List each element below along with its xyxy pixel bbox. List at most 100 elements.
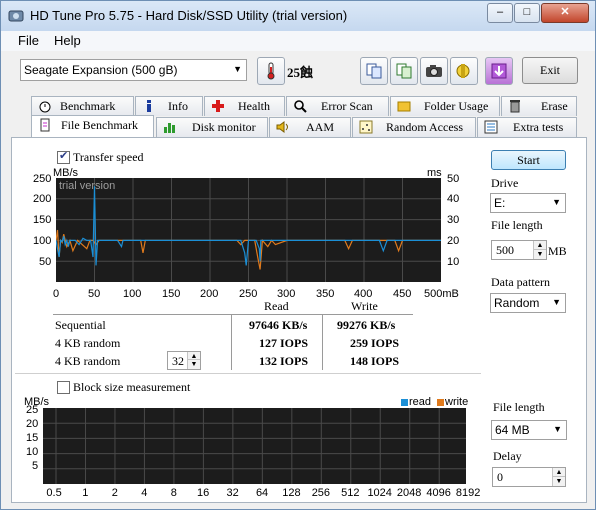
y-tick-right: 30 (447, 214, 460, 226)
block-size-checkbox[interactable] (57, 381, 70, 394)
tab-aam[interactable]: AAM (269, 117, 351, 137)
temperature-readout: 25蝕 (287, 65, 314, 80)
extra-tests-icon (484, 120, 498, 134)
chevron-down-icon: ▼ (233, 64, 242, 74)
camera-icon (426, 65, 442, 77)
tab-erase[interactable]: Erase (501, 96, 577, 116)
copy-text-button[interactable] (360, 57, 388, 85)
tab-health[interactable]: Health (204, 96, 285, 116)
y-tick-right: 40 (447, 193, 460, 205)
tab-disk-monitor[interactable]: Disk monitor (156, 117, 268, 137)
exit-button[interactable]: Exit (522, 57, 578, 84)
y-tick-right: 10 (447, 256, 460, 268)
block-x-tick: 16 (196, 487, 210, 499)
start-label: Start (517, 153, 540, 167)
tab-folder-usage-label: Folder Usage (424, 99, 489, 113)
tab-benchmark[interactable]: Benchmark (31, 96, 134, 116)
exit-label: Exit (540, 63, 560, 77)
block-x-tick: 8192 (455, 487, 481, 499)
start-button[interactable]: Start (491, 150, 566, 170)
options-button[interactable] (450, 57, 478, 85)
delay-label: Delay (493, 449, 522, 463)
file-length-value: 500 (496, 243, 514, 257)
block-size-label: Block size measurement (73, 380, 191, 394)
screenshot-button[interactable] (420, 57, 448, 85)
chevron-down-icon[interactable]: ▼ (533, 249, 546, 259)
health-cross-icon (212, 100, 224, 112)
chevron-down-icon: ▼ (552, 197, 561, 207)
tab-extra-tests[interactable]: Extra tests (477, 117, 577, 137)
menu-file[interactable]: File (18, 33, 39, 48)
delay-stepper[interactable]: 0 ▲ ▼ (492, 467, 566, 487)
speaker-icon (276, 121, 288, 133)
block-x-tick: 2 (111, 487, 118, 499)
file-length2-combo[interactable]: 64 MB ▼ (491, 420, 567, 440)
chevron-down-icon[interactable]: ▼ (187, 359, 200, 369)
legend-read-swatch (401, 399, 408, 406)
file-length-label: File length (491, 218, 543, 232)
app-icon (8, 10, 24, 22)
x-tick: 500mB (424, 288, 459, 300)
minimize-button[interactable]: – (487, 3, 513, 23)
checkmark-icon: ✔ (59, 149, 69, 162)
tab-aam-label: AAM (306, 120, 335, 134)
menu-help[interactable]: Help (54, 33, 81, 48)
sequential-read: 97646 KB/s (249, 318, 308, 332)
tab-extra-tests-label: Extra tests (513, 120, 564, 134)
drive-combo[interactable]: E: ▼ (490, 193, 566, 213)
tab-file-benchmark[interactable]: File Benchmark (31, 115, 154, 137)
trial-watermark: trial version (59, 180, 116, 192)
row-label-4kb-random-qd: 4 KB random (55, 354, 121, 368)
tab-random-access[interactable]: Random Access (352, 117, 476, 137)
file-length-stepper[interactable]: 500 ▲ ▼ (491, 240, 547, 260)
block-x-tick: 8 (170, 487, 177, 499)
chevron-down-icon: ▼ (552, 297, 561, 307)
chevron-down-icon[interactable]: ▼ (552, 476, 565, 486)
table-divider (53, 314, 413, 315)
block-y-tick: 5 (32, 460, 39, 472)
tab-info[interactable]: Info (135, 96, 203, 116)
copy-all-button[interactable] (390, 57, 418, 85)
col-write-header: Write (351, 299, 378, 313)
x-tick: 350 (316, 288, 335, 300)
tab-health-label: Health (238, 99, 270, 113)
transfer-speed-checkbox[interactable]: ✔ (57, 149, 70, 164)
maximize-button[interactable]: □ (514, 3, 540, 23)
x-tick: 150 (162, 288, 181, 300)
save-button[interactable] (485, 57, 513, 85)
data-pattern-combo[interactable]: Random ▼ (490, 293, 566, 313)
title-bar: HD Tune Pro 5.75 - Hard Disk/SSD Utility… (1, 1, 595, 31)
table-divider (231, 314, 232, 370)
transfer-speed-label: Transfer speed (73, 150, 144, 164)
drive-combo-value: E: (494, 196, 506, 210)
tab-error-scan-label: Error Scan (321, 99, 373, 113)
thermometer-icon (267, 62, 275, 80)
x-tick: 0 (53, 288, 60, 300)
x-tick: 50 (88, 288, 101, 300)
block-x-tick: 512 (341, 487, 360, 499)
queue-depth-stepper[interactable]: 32 ▲ ▼ (167, 351, 201, 370)
block-x-tick: 1024 (367, 487, 392, 499)
download-arrow-icon (491, 63, 507, 79)
app-window: HD Tune Pro 5.75 - Hard Disk/SSD Utility… (0, 0, 596, 510)
block-y-tick: 25 (26, 404, 39, 416)
block-x-tick: 256 (311, 487, 331, 499)
tab-folder-usage[interactable]: Folder Usage (390, 96, 500, 116)
file-length-unit: MB (548, 244, 567, 258)
trash-icon (510, 100, 520, 113)
legend-write-label: write (445, 396, 469, 408)
chevron-down-icon: ▼ (553, 424, 562, 434)
drive-select-value: Seagate Expansion (500 gB) (24, 63, 178, 77)
sequential-write: 99276 KB/s (337, 318, 396, 332)
temperature-button[interactable] (257, 57, 285, 85)
file-length2-value: 64 MB (495, 423, 530, 437)
legend-write-swatch (437, 399, 444, 406)
delay-value: 0 (497, 470, 503, 484)
col-read-header: Read (264, 299, 289, 313)
block-chart-svg (43, 408, 470, 484)
bar-chart-icon (164, 123, 175, 133)
close-button[interactable]: ✕ (541, 3, 589, 23)
x-tick: 100 (123, 288, 142, 300)
tab-error-scan[interactable]: Error Scan (286, 96, 389, 116)
drive-select[interactable]: Seagate Expansion (500 gB) ▼ (20, 59, 247, 81)
